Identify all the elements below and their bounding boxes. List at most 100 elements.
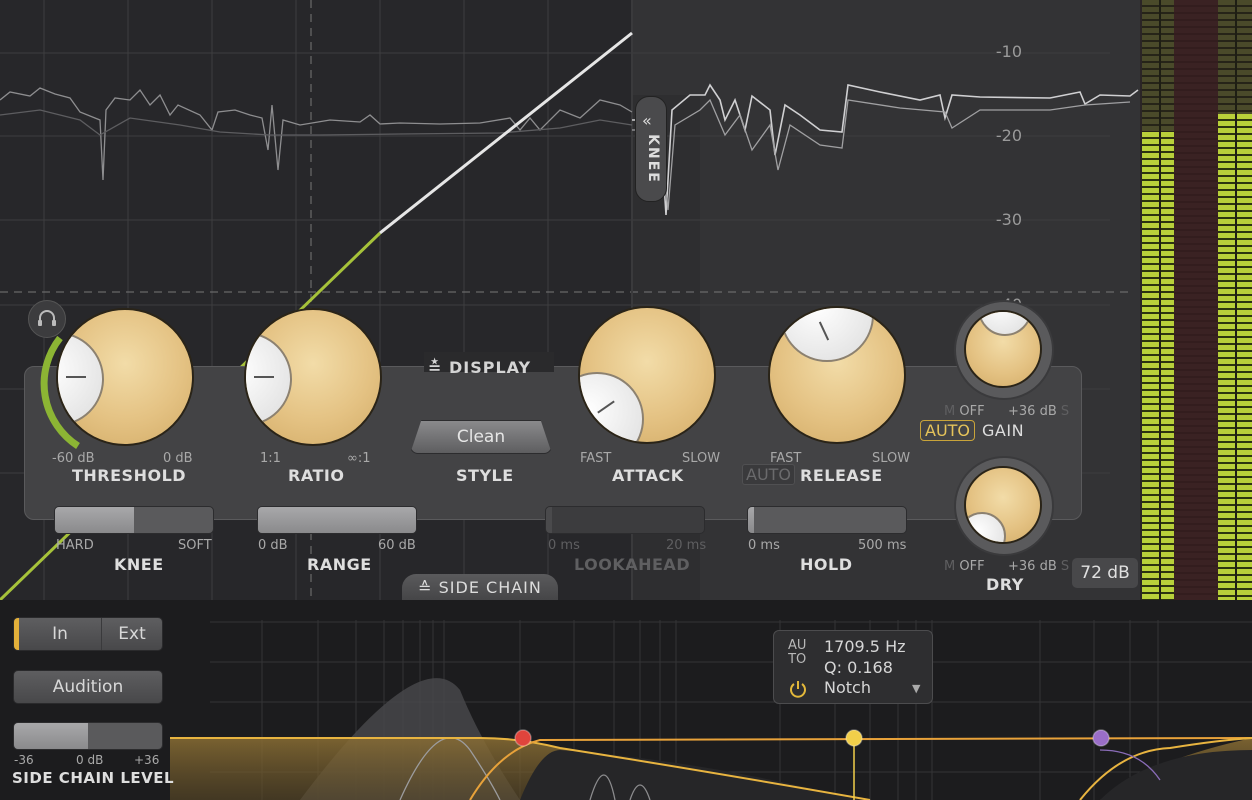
gain-label: GAIN xyxy=(982,421,1025,440)
display-toggle[interactable]: ≛ DISPLAY xyxy=(428,358,531,377)
ratio-knob[interactable] xyxy=(234,298,390,450)
range-slider[interactable] xyxy=(257,506,417,534)
range-slider-fill xyxy=(258,507,416,533)
hold-slider-fill xyxy=(748,507,755,533)
lookahead-label: LOOKAHEAD xyxy=(574,555,691,574)
gain-s: S xyxy=(1060,404,1070,419)
threshold-max: 0 dB xyxy=(163,451,193,466)
range-max: 60 dB xyxy=(378,538,416,553)
gain-knob[interactable] xyxy=(950,296,1056,402)
band-type-select[interactable]: Notch xyxy=(824,678,871,697)
sc-level-mid: 0 dB xyxy=(76,753,104,767)
lookahead-slider[interactable] xyxy=(545,506,705,534)
scale-label: -20 xyxy=(995,126,1022,145)
threshold-knob-body xyxy=(56,308,194,446)
hold-slider[interactable] xyxy=(747,506,907,534)
knee-slider[interactable] xyxy=(54,506,214,534)
release-knob[interactable] xyxy=(758,298,914,450)
meter-left-fill xyxy=(1142,132,1174,600)
release-label: RELEASE xyxy=(800,466,883,485)
output-meters xyxy=(1140,0,1252,600)
range-min: 0 dB xyxy=(258,538,288,553)
ratio-max: ∞:1 xyxy=(347,451,371,466)
power-icon[interactable] xyxy=(788,679,808,699)
ratio-min: 1:1 xyxy=(260,451,281,466)
meter-range-value[interactable]: 72 dB xyxy=(1072,558,1138,588)
style-button[interactable]: Clean xyxy=(410,420,552,454)
attack-knob-body xyxy=(578,306,716,444)
band-frequency[interactable]: 1709.5 Hz xyxy=(824,637,906,656)
attack-max: SLOW xyxy=(682,451,721,466)
meter-right xyxy=(1218,0,1252,600)
dry-knob-body xyxy=(964,466,1042,544)
scale-label: -10 xyxy=(995,42,1022,61)
threshold-knob[interactable] xyxy=(40,298,206,450)
audition-button[interactable]: Audition xyxy=(13,670,163,704)
attack-knob[interactable] xyxy=(568,298,724,450)
ext-button[interactable]: Ext xyxy=(102,618,162,650)
ratio-knob-body xyxy=(244,308,382,446)
gain-knob-body xyxy=(964,310,1042,388)
dry-min: OFF xyxy=(959,559,985,574)
gain-knob-cap xyxy=(978,312,1032,336)
attack-min: FAST xyxy=(580,451,612,466)
threshold-knob-cap xyxy=(58,332,104,426)
side-chain-level-fill xyxy=(14,723,88,749)
dry-knob-cap xyxy=(966,512,1006,542)
side-chain-eq-graph[interactable] xyxy=(0,600,1252,800)
sc-level-max: +36 xyxy=(134,753,160,767)
release-max: SLOW xyxy=(872,451,911,466)
auto-gain-toggle[interactable]: AUTO xyxy=(920,420,976,441)
knee-tab-label: KNEE xyxy=(644,134,661,184)
threshold-label: THRESHOLD xyxy=(72,466,187,485)
range-label: RANGE xyxy=(307,555,372,574)
style-label: STYLE xyxy=(456,466,514,485)
attack-knob-cap xyxy=(580,372,644,442)
side-chain-label: SIDE CHAIN xyxy=(438,578,542,597)
side-chain-level-slider[interactable] xyxy=(13,722,163,750)
gain-m: M xyxy=(944,404,956,419)
knee-slider-fill xyxy=(55,507,134,533)
triangle-down-icon[interactable]: ▼ xyxy=(912,682,920,695)
scale-label: -30 xyxy=(995,210,1022,229)
meter-left xyxy=(1142,0,1174,600)
ratio-label: RATIO xyxy=(288,466,345,485)
lookahead-slider-fill xyxy=(546,507,553,533)
band-info-panel: AU TO 1709.5 Hz Q: 0.168 Notch ▼ xyxy=(773,630,933,704)
eq-cut-right xyxy=(1100,750,1252,800)
double-chevron-left-icon: « xyxy=(642,111,652,130)
eq-node-yellow[interactable] xyxy=(845,729,863,747)
lookahead-min: 0 ms xyxy=(548,538,580,553)
release-knob-body xyxy=(768,306,906,444)
lookahead-max: 20 ms xyxy=(666,538,707,553)
eq-cut-left xyxy=(520,750,860,800)
knee-min: HARD xyxy=(56,538,94,553)
double-chevron-up-icon: ≙ xyxy=(418,578,433,597)
in-button[interactable]: In xyxy=(19,618,102,650)
dry-s: S xyxy=(1060,559,1070,574)
ratio-knob-cap xyxy=(246,332,292,426)
dry-m: M xyxy=(944,559,956,574)
side-chain-toggle[interactable]: ≙ SIDE CHAIN xyxy=(402,574,558,602)
sc-level-min: -36 xyxy=(14,753,34,767)
double-chevron-down-icon: ≛ xyxy=(428,358,443,377)
dry-label: DRY xyxy=(986,575,1024,594)
attack-label: ATTACK xyxy=(612,466,684,485)
knee-label: KNEE xyxy=(114,555,164,574)
threshold-min: -60 dB xyxy=(52,451,95,466)
side-chain-section: In Ext Audition -36 0 dB +36 SIDE CHAIN … xyxy=(0,600,1252,800)
dry-knob[interactable] xyxy=(950,452,1056,558)
eq-node-purple[interactable] xyxy=(1092,729,1110,747)
auto-release-toggle[interactable]: AUTO xyxy=(742,464,796,485)
knee-tab[interactable]: « KNEE xyxy=(635,96,667,202)
hold-label: HOLD xyxy=(800,555,853,574)
sc-level-label: SIDE CHAIN LEVEL xyxy=(12,769,175,787)
hold-max: 500 ms xyxy=(858,538,907,553)
knee-max: SOFT xyxy=(178,538,212,553)
eq-node-red[interactable] xyxy=(514,729,532,747)
auto-listen-toggle[interactable]: AU TO xyxy=(788,639,806,667)
display-label: DISPLAY xyxy=(448,358,532,377)
band-q[interactable]: Q: 0.168 xyxy=(824,658,893,677)
gain-min: OFF xyxy=(959,404,985,419)
meter-gain-reduction xyxy=(1174,0,1218,600)
